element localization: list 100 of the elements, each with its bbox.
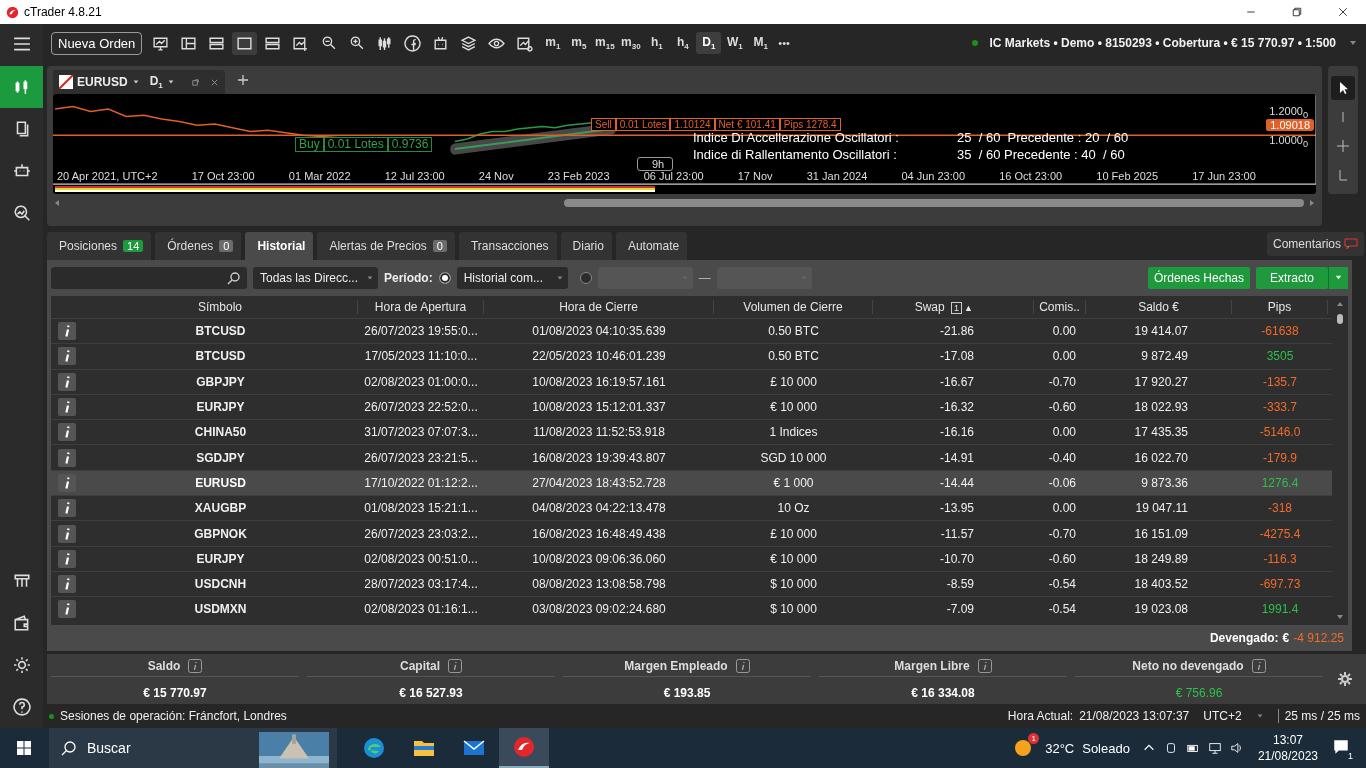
info-button[interactable] (58, 322, 76, 341)
info-button[interactable] (58, 398, 76, 417)
timeframe-button[interactable]: M$_{1}$ (748, 32, 774, 54)
column-header[interactable]: Hora de Apertura (358, 300, 484, 314)
scroll-right-icon[interactable] (1308, 199, 1316, 207)
scroll-up-icon[interactable] (1336, 300, 1344, 308)
info-button[interactable] (58, 524, 76, 543)
count-badge: 14 (123, 240, 144, 252)
tab[interactable]: Historial (245, 232, 314, 260)
add-icon[interactable] (236, 74, 249, 86)
tab[interactable]: Posiciones 14 (47, 232, 152, 260)
windows-start-icon[interactable] (16, 740, 32, 756)
summary-label: Margen Empleado (624, 658, 728, 673)
info-button[interactable] (58, 448, 76, 467)
timezone-label[interactable]: UTC+2 (1203, 709, 1242, 723)
close-icon[interactable] (209, 77, 219, 87)
ctrader-icon[interactable] (512, 735, 536, 759)
close-icon[interactable] (1337, 6, 1349, 18)
period-dropdown[interactable]: Historial com... (456, 267, 568, 289)
table-cell-text: -697.73 (1258, 577, 1302, 592)
clock-time[interactable]: 13:07 (1272, 732, 1303, 748)
timeframe-button[interactable]: D$_{1}$ (696, 32, 722, 54)
table-cell-text: 17 435.35 (1133, 425, 1189, 440)
notifications-icon[interactable] (1332, 737, 1350, 756)
radio-button[interactable] (438, 272, 451, 284)
column-header[interactable]: Pips (1232, 300, 1328, 314)
info-button[interactable] (58, 600, 76, 619)
column-header[interactable]: Volumen de Cierre (714, 300, 873, 314)
tab[interactable]: Diario (560, 232, 612, 260)
comments-button[interactable]: Comentarios (1266, 232, 1364, 256)
info-button[interactable] (58, 549, 76, 568)
info-icon[interactable] (188, 658, 203, 673)
radio-button[interactable] (579, 272, 592, 284)
timeframe-button[interactable]: m$_{1}$ (540, 32, 566, 54)
column-header[interactable]: Swap 1 ▲ (873, 300, 1034, 314)
clock-date[interactable]: 21/08/2023 (1257, 748, 1318, 764)
scrollbar-thumb[interactable] (564, 199, 1304, 207)
weather-text[interactable]: Soleado (1082, 740, 1130, 756)
tab[interactable]: Órdenes 0 (155, 232, 242, 260)
caret-icon[interactable] (131, 78, 140, 86)
table-cell-text: 22/05/2023 10:46:01.239 (531, 349, 667, 364)
dock-icon[interactable] (12, 572, 31, 590)
menu-icon[interactable] (12, 35, 31, 53)
timeframe-button[interactable]: h$_{1}$ (644, 32, 670, 54)
browser-icon[interactable] (362, 736, 386, 760)
x-tick: 23 Feb 2023 (547, 170, 610, 182)
dropdown-value: Historial com... (463, 271, 544, 285)
table-cell-text: 26/07/2023 22:52:0... (363, 400, 479, 415)
table-cell-text: 02/08/2023 00:51:0... (363, 551, 479, 566)
taskbar-search-field[interactable]: Buscar (49, 728, 337, 768)
done-orders-button[interactable]: Órdenes Hechas (1147, 267, 1250, 289)
tab[interactable]: Automate (615, 232, 688, 260)
scroll-down-icon[interactable] (1336, 613, 1344, 621)
search-field[interactable] (51, 267, 247, 289)
info-icon[interactable] (448, 658, 462, 673)
single-view-icon[interactable] (232, 31, 258, 55)
cursor-icon[interactable] (1331, 76, 1355, 100)
speaker-icon[interactable] (1229, 741, 1244, 755)
info-icon[interactable] (735, 658, 750, 673)
info-button[interactable] (58, 347, 76, 366)
timeframe-button[interactable]: m$_{5}$ (566, 32, 592, 54)
chart-tab[interactable]: EURUSD D$_{1}$ (53, 70, 225, 94)
wallet-icon[interactable] (12, 614, 31, 632)
statement-button[interactable]: Extracto (1256, 267, 1328, 289)
chart-search-icon[interactable] (12, 204, 31, 222)
column-header[interactable]: Hora de Cierre (484, 300, 714, 314)
account-info[interactable]: IC Markets • Demo • 8150293 • Cobertura • € 15 770.97 • 1:500 (989, 36, 1336, 50)
info-button[interactable] (58, 575, 76, 594)
dropdown-icon[interactable] (1255, 712, 1264, 720)
info-button[interactable] (58, 473, 76, 492)
help-icon[interactable] (12, 698, 31, 716)
settings-icon[interactable] (12, 656, 31, 674)
column-header[interactable]: Comis.. (1034, 300, 1086, 314)
info-icon[interactable] (1251, 658, 1266, 673)
column-header[interactable]: Saldo € (1086, 300, 1232, 314)
info-button[interactable] (58, 423, 76, 442)
direction-dropdown[interactable]: Todas las Direcc... (253, 267, 378, 289)
timeframe-button[interactable]: m$_{30}$ (618, 32, 644, 54)
scrollbar-thumb[interactable] (1337, 314, 1343, 324)
tab[interactable]: Transacciones (458, 232, 557, 260)
info-button[interactable] (58, 372, 76, 391)
timeframe-button[interactable]: m$_{15}$ (592, 32, 618, 54)
table-cell-text: € 10 000 (769, 400, 818, 415)
info-icon[interactable] (977, 658, 992, 673)
detach-icon[interactable] (190, 77, 200, 87)
scroll-left-icon[interactable] (53, 199, 61, 207)
x-tick: 01 Mar 2022 (288, 170, 351, 182)
settings-icon[interactable] (1337, 671, 1353, 687)
symbol-cell-text: USDCNH (193, 577, 248, 592)
caret-icon[interactable] (166, 78, 175, 86)
more-button[interactable]: ••• (774, 37, 794, 49)
new-order-button[interactable]: Nueva Orden (51, 31, 143, 55)
timeframe-button[interactable]: W$_{1}$ (722, 32, 748, 54)
info-button[interactable] (58, 499, 76, 518)
column-header[interactable]: Símbolo (83, 300, 358, 314)
network-icon[interactable] (1207, 741, 1222, 755)
timeframe-button[interactable]: h$_{4}$ (670, 32, 696, 54)
temperature[interactable]: 32°C (1045, 740, 1075, 756)
restore-icon[interactable] (1291, 6, 1303, 18)
tab[interactable]: Alertas de Precios 0 (317, 232, 455, 260)
